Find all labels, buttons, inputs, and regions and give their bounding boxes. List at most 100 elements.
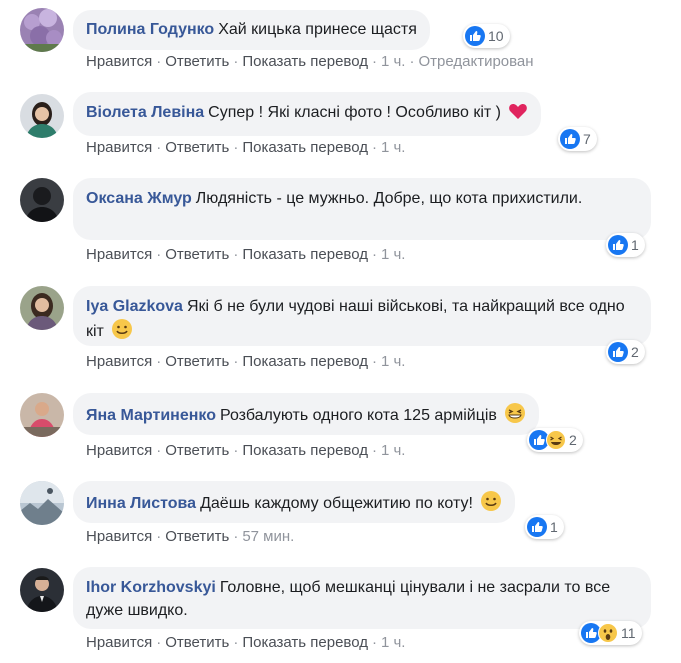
comment-bubble: Яна Мартиненко Розбалують одного кота 125… xyxy=(73,393,540,435)
avatar[interactable] xyxy=(20,568,64,612)
reaction-count: 2 xyxy=(631,344,639,360)
comment-author[interactable]: Яна Мартиненко xyxy=(86,407,216,424)
smiling-face-emoji xyxy=(112,319,133,339)
comment-author[interactable]: Ihor Korzhovskyi xyxy=(86,579,216,596)
separator: · xyxy=(156,353,162,370)
reply-link[interactable]: Ответить xyxy=(165,53,229,70)
reaction-summary[interactable]: 10 xyxy=(463,24,510,48)
comment-actions: Нравится · Ответить · Показать перевод · 1 ч. ·… xyxy=(86,53,534,70)
reply-link[interactable]: Ответить xyxy=(165,139,229,156)
separator: · xyxy=(233,442,239,459)
reaction-count: 11 xyxy=(621,625,636,641)
comment-bubble: Оксана Жмур Людяність - це мужньо. Добре,… xyxy=(73,178,651,240)
separator: · xyxy=(233,139,239,156)
reaction-summary[interactable]: 2 xyxy=(527,428,583,452)
reply-link[interactable]: Ответить xyxy=(165,353,229,370)
avatar[interactable] xyxy=(20,94,64,138)
like-link[interactable]: Нравится xyxy=(86,353,152,370)
translate-link[interactable]: Показать перевод xyxy=(242,442,368,459)
avatar[interactable] xyxy=(20,8,64,52)
separator: · xyxy=(371,139,377,156)
comment-author[interactable]: Iya Glazkova xyxy=(86,298,183,315)
comment-text: Людяність - це мужньо. Добре, що кота пр… xyxy=(195,190,583,207)
translate-link[interactable]: Показать перевод xyxy=(242,353,368,370)
comment-author[interactable]: Віолета Левіна xyxy=(86,104,204,121)
separator: · xyxy=(233,528,239,545)
reply-link[interactable]: Ответить xyxy=(165,634,229,651)
like-icon xyxy=(608,342,628,362)
laugh-icon xyxy=(546,430,566,450)
comment-actions: Нравится · Ответить · Показать перевод · 1 ч. xyxy=(86,634,405,651)
reply-link[interactable]: Ответить xyxy=(165,528,229,545)
grinning-squinting-emoji xyxy=(505,403,526,423)
like-icon xyxy=(560,129,580,149)
comment-bubble: Инна Листова Даёшь каждому общежитию по к… xyxy=(73,481,516,523)
comment-bubble: Полина Годунко Хай кицька принесе щастя xyxy=(73,10,430,50)
comment-actions: Нравится · Ответить · Показать перевод · 1 ч. xyxy=(86,353,405,370)
separator: · xyxy=(233,53,239,70)
reply-link[interactable]: Ответить xyxy=(165,246,229,263)
comment-author[interactable]: Полина Годунко xyxy=(86,21,214,38)
comment-author[interactable]: Оксана Жмур xyxy=(86,190,192,207)
wow-icon xyxy=(598,623,618,643)
like-icon xyxy=(465,26,485,46)
like-link[interactable]: Нравится xyxy=(86,53,152,70)
separator: · xyxy=(156,442,162,459)
avatar[interactable] xyxy=(20,286,64,330)
like-link[interactable]: Нравится xyxy=(86,139,152,156)
reaction-count: 2 xyxy=(569,432,577,448)
reaction-count: 1 xyxy=(550,519,558,535)
comment-text: Супер ! Які класні фото ! Особливо кіт ) xyxy=(208,104,501,121)
separator: · xyxy=(371,53,377,70)
reaction-summary[interactable]: 11 xyxy=(579,621,642,645)
translate-link[interactable]: Показать перевод xyxy=(242,53,368,70)
separator: · xyxy=(409,53,415,70)
comment-bubble: Iya Glazkova Які б не були чудові наші ві… xyxy=(73,286,651,346)
like-link[interactable]: Нравится xyxy=(86,442,152,459)
translate-link[interactable]: Показать перевод xyxy=(242,634,368,651)
comment-bubble: Ihor Korzhovskyi Головне, щоб мешканці ці… xyxy=(73,567,651,629)
timestamp[interactable]: 1 ч. xyxy=(381,442,406,459)
reaction-count: 1 xyxy=(631,237,639,253)
reaction-summary[interactable]: 2 xyxy=(606,340,645,364)
comment-bubble: Віолета Левіна Супер ! Які класні фото ! … xyxy=(73,92,542,136)
edited-label[interactable]: Отредактирован xyxy=(418,53,533,70)
like-link[interactable]: Нравится xyxy=(86,528,152,545)
translate-link[interactable]: Показать перевод xyxy=(242,139,368,156)
separator: · xyxy=(156,246,162,263)
comment-actions: Нравится · Ответить · Показать перевод · 1 ч. xyxy=(86,139,405,156)
reaction-summary[interactable]: 7 xyxy=(558,127,597,151)
comment-author[interactable]: Инна Листова xyxy=(86,495,196,512)
like-icon xyxy=(527,517,547,537)
avatar[interactable] xyxy=(20,393,64,437)
avatar[interactable] xyxy=(20,481,64,525)
timestamp[interactable]: 1 ч. xyxy=(381,53,406,70)
like-link[interactable]: Нравится xyxy=(86,246,152,263)
comment-actions: Нравится · Ответить · Показать перевод · 1 ч. xyxy=(86,246,405,263)
comment-text: Хай кицька принесе щастя xyxy=(218,21,417,38)
timestamp[interactable]: 1 ч. xyxy=(381,246,406,263)
separator: · xyxy=(156,139,162,156)
red-heart-emoji xyxy=(509,104,528,119)
separator: · xyxy=(156,528,162,545)
reaction-summary[interactable]: 1 xyxy=(525,515,564,539)
separator: · xyxy=(233,246,239,263)
comment-text: Розбалують одного кота 125 армійців xyxy=(219,407,497,424)
like-link[interactable]: Нравится xyxy=(86,634,152,651)
separator: · xyxy=(156,53,162,70)
separator: · xyxy=(371,246,377,263)
reaction-summary[interactable]: 1 xyxy=(606,233,645,257)
timestamp[interactable]: 1 ч. xyxy=(381,634,406,651)
separator: · xyxy=(371,442,377,459)
separator: · xyxy=(371,353,377,370)
reply-link[interactable]: Ответить xyxy=(165,442,229,459)
avatar[interactable] xyxy=(20,178,64,222)
timestamp[interactable]: 1 ч. xyxy=(381,139,406,156)
separator: · xyxy=(233,634,239,651)
smiling-face-emoji xyxy=(481,491,502,511)
timestamp[interactable]: 1 ч. xyxy=(381,353,406,370)
reaction-count: 10 xyxy=(488,28,504,44)
timestamp[interactable]: 57 мин. xyxy=(242,528,294,545)
reaction-count: 7 xyxy=(583,131,591,147)
translate-link[interactable]: Показать перевод xyxy=(242,246,368,263)
